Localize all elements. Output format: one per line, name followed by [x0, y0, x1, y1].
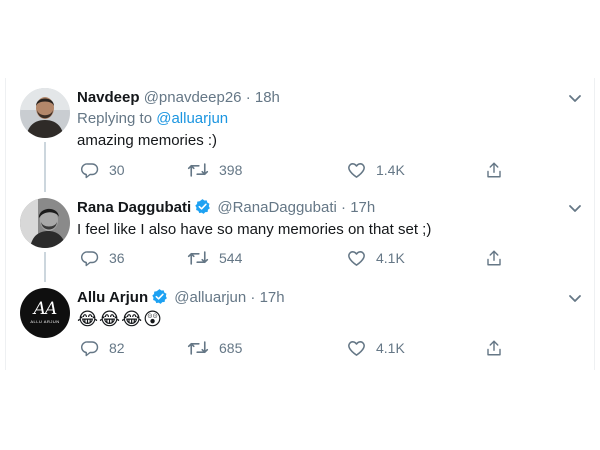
reply-button[interactable]: 82 [81, 338, 125, 358]
reply-count: 36 [109, 250, 125, 266]
tweet-actions: 30 398 1.4K [77, 160, 517, 180]
tweet-navdeep[interactable]: Navdeep @pnavdeep26 · 18h Replying to @a… [5, 80, 595, 192]
reply-icon [81, 163, 99, 179]
like-count: 1.4K [376, 162, 405, 178]
tweet-text: I feel like I also have so many memories… [77, 221, 432, 238]
like-button[interactable]: 1.4K [347, 160, 405, 180]
like-count: 4.1K [376, 340, 405, 356]
tweet-text-emoji: 😂😂😂😲 [77, 309, 163, 329]
tweet-header: Navdeep @pnavdeep26 · 18h [77, 88, 280, 108]
share-button[interactable] [485, 338, 513, 358]
avatar-logo-mark: AA [33, 299, 58, 319]
share-button[interactable] [485, 248, 513, 268]
retweet-count: 544 [219, 250, 243, 266]
reply-icon [81, 341, 99, 357]
reply-count: 30 [109, 162, 125, 178]
retweet-button[interactable]: 398 [187, 160, 242, 180]
like-button[interactable]: 4.1K [347, 248, 405, 268]
like-count: 4.1K [376, 250, 405, 266]
separator-dot: · [245, 89, 251, 106]
retweet-button[interactable]: 544 [187, 248, 242, 268]
author-handle[interactable]: @alluarjun [174, 289, 246, 306]
reply-button[interactable]: 36 [81, 248, 125, 268]
tweet-header: Allu Arjun @alluarjun · 17h [77, 288, 285, 308]
tweet-actions: 82 685 4.1K [77, 338, 517, 358]
share-icon [487, 250, 501, 266]
share-button[interactable] [485, 160, 513, 180]
chevron-down-icon[interactable] [567, 290, 583, 306]
timestamp[interactable]: 17h [350, 199, 375, 216]
author-name[interactable]: Navdeep [77, 89, 140, 106]
chevron-down-icon[interactable] [567, 200, 583, 216]
tweet-rana-daggubati[interactable]: Rana Daggubati @RanaDaggubati · 17h I fe… [5, 192, 595, 282]
reply-mention-link[interactable]: @alluarjun [156, 110, 228, 127]
share-icon [487, 340, 501, 356]
heart-icon [348, 251, 365, 266]
timestamp[interactable]: 18h [255, 89, 280, 106]
thread-line [44, 252, 46, 282]
tweet-header: Rana Daggubati @RanaDaggubati · 17h [77, 198, 375, 218]
reply-button[interactable]: 30 [81, 160, 125, 180]
verified-badge-icon [151, 288, 168, 311]
avatar-allu-arjun[interactable]: AA ALLU ARJUN [20, 288, 70, 338]
thread-line [44, 142, 46, 192]
avatar-rana-daggubati[interactable] [20, 198, 70, 248]
retweet-button[interactable]: 685 [187, 338, 242, 358]
share-icon [487, 162, 501, 178]
avatar-navdeep[interactable] [20, 88, 70, 138]
heart-icon [348, 163, 365, 178]
avatar-logo-caption: ALLU ARJUN [30, 319, 60, 324]
author-name[interactable]: Allu Arjun [77, 289, 148, 306]
retweet-icon [187, 251, 209, 265]
retweet-count: 685 [219, 340, 243, 356]
tweet-text: amazing memories :) [77, 132, 218, 149]
separator-dot: · [341, 199, 347, 216]
timestamp[interactable]: 17h [260, 289, 285, 306]
like-button[interactable]: 4.1K [347, 338, 405, 358]
separator-dot: · [250, 289, 256, 306]
replying-to-label: Replying to [77, 110, 153, 127]
tweet-actions: 36 544 4.1K [77, 248, 517, 268]
retweet-icon [187, 163, 209, 177]
verified-badge-icon [194, 198, 211, 221]
author-name[interactable]: Rana Daggubati [77, 199, 191, 216]
tweet-allu-arjun[interactable]: AA ALLU ARJUN Allu Arjun @alluarjun · 17… [5, 282, 595, 370]
author-handle[interactable]: @RanaDaggubati [217, 199, 336, 216]
reply-icon [81, 251, 99, 267]
author-handle[interactable]: @pnavdeep26 [144, 89, 242, 106]
retweet-count: 398 [219, 162, 243, 178]
heart-icon [348, 341, 365, 356]
chevron-down-icon[interactable] [567, 90, 583, 106]
reply-count: 82 [109, 340, 125, 356]
replying-to: Replying to @alluarjun [77, 109, 228, 129]
retweet-icon [187, 341, 209, 355]
